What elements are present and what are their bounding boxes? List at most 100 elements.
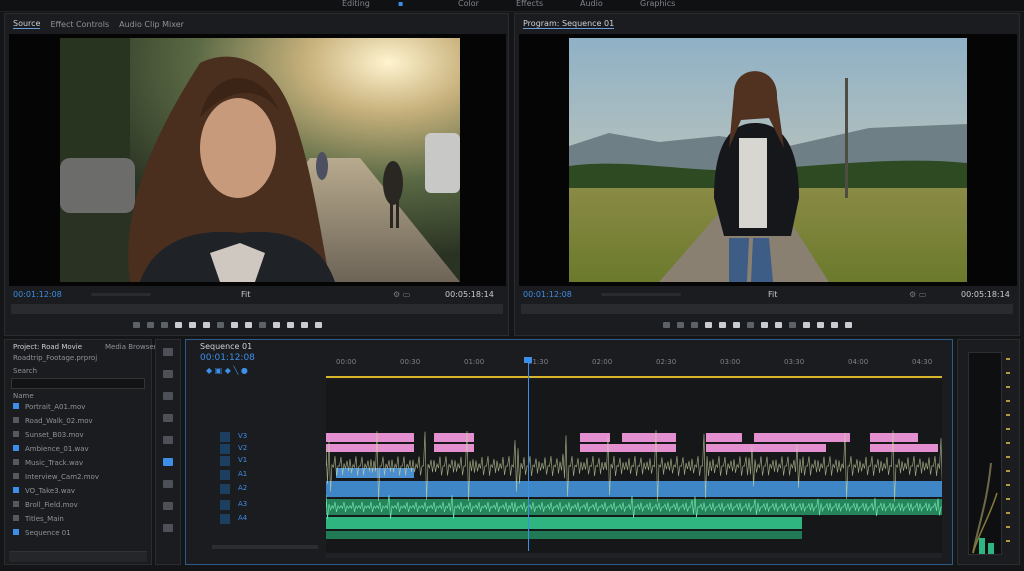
go-to-in-icon[interactable] <box>161 322 168 328</box>
loop-icon[interactable] <box>817 322 824 328</box>
list-item[interactable]: VO_Take3.wav <box>13 487 75 495</box>
export-frame-icon[interactable] <box>259 322 266 328</box>
ruler-tick-label: 02:30 <box>656 358 677 366</box>
button-editor-icon[interactable] <box>273 322 280 328</box>
workspace-icon[interactable]: ▪ <box>398 0 403 8</box>
program-viewer[interactable] <box>519 34 1017 286</box>
selection-tool-icon[interactable] <box>163 348 173 356</box>
list-item[interactable]: Ambience_01.wav <box>13 445 89 453</box>
safe-margins-icon[interactable] <box>301 322 308 328</box>
program-scale-dropdown[interactable]: Fit <box>768 290 777 299</box>
track-target-icon[interactable] <box>220 514 230 524</box>
source-settings-icon[interactable]: ⚙ ▭ <box>393 290 410 299</box>
export-frame-icon[interactable] <box>789 322 796 328</box>
step-forward-icon[interactable] <box>203 322 210 328</box>
source-timecode[interactable]: 00:01:12:08 <box>13 290 62 299</box>
overwrite-icon[interactable] <box>245 322 252 328</box>
mark-out-icon[interactable] <box>147 322 154 328</box>
tab-audio-clip-mixer[interactable]: Audio Clip Mixer <box>119 20 184 29</box>
go-to-in-icon[interactable] <box>691 322 698 328</box>
track-target-icon[interactable] <box>220 500 230 510</box>
zoom-tool-icon[interactable] <box>163 524 173 532</box>
step-back-icon[interactable] <box>705 322 712 328</box>
program-settings-icon[interactable]: ⚙ ▭ <box>909 290 926 299</box>
comparison-view-icon[interactable] <box>803 322 810 328</box>
timeline-ruler[interactable]: 00:00 00:30 01:00 01:30 02:00 02:30 03:00 03:30… <box>326 356 946 376</box>
track-target-icon[interactable] <box>220 432 230 442</box>
track-target-icon[interactable] <box>220 470 230 480</box>
go-to-out-icon[interactable] <box>217 322 224 328</box>
timeline-tool-icons[interactable]: ◆ ▣ ◆ ╲ ● <box>206 366 248 375</box>
insert-icon[interactable] <box>231 322 238 328</box>
source-viewer[interactable] <box>9 34 506 286</box>
track-header[interactable]: A2 <box>210 484 320 495</box>
track-target-icon[interactable] <box>220 484 230 494</box>
program-time-ruler[interactable] <box>521 304 1013 314</box>
timeline-timecode[interactable]: 00:01:12:08 <box>200 353 255 363</box>
list-item[interactable]: Music_Track.wav <box>13 459 83 467</box>
hand-tool-icon[interactable] <box>163 480 173 488</box>
ruler-tick-label: 01:00 <box>464 358 485 366</box>
timeline-sequence-tab[interactable]: Sequence 01 <box>200 342 252 351</box>
track-target-icon[interactable] <box>220 444 230 454</box>
track-target-icon[interactable] <box>220 456 230 466</box>
workspace-tab-audio[interactable]: Audio <box>580 0 603 8</box>
track-header[interactable]: V2 <box>210 444 320 455</box>
track-header[interactable]: V1 <box>210 456 320 467</box>
step-forward-icon[interactable] <box>733 322 740 328</box>
type-tool-icon[interactable] <box>163 502 173 510</box>
tab-source[interactable]: Source <box>13 19 41 29</box>
source-time-ruler[interactable] <box>11 304 503 314</box>
slip-tool-icon[interactable] <box>163 436 173 444</box>
step-back-icon[interactable] <box>175 322 182 328</box>
playhead[interactable] <box>528 358 529 551</box>
mark-out-icon[interactable] <box>677 322 684 328</box>
play-icon[interactable] <box>189 322 196 328</box>
pen-tool-icon[interactable] <box>163 458 173 466</box>
tab-effect-controls[interactable]: Effect Controls <box>50 20 109 29</box>
lift-icon[interactable] <box>761 322 768 328</box>
playhead-handle[interactable] <box>524 357 532 363</box>
more-icon[interactable] <box>315 322 322 328</box>
go-to-out-icon[interactable] <box>747 322 754 328</box>
project-title[interactable]: Project: Road Movie <box>13 343 82 351</box>
list-item[interactable]: Portrait_A01.mov <box>13 403 85 411</box>
project-search-input[interactable] <box>11 378 145 389</box>
track-scrollbar[interactable] <box>212 545 318 549</box>
safe-margins-icon[interactable] <box>831 322 838 328</box>
more-icon[interactable] <box>845 322 852 328</box>
list-item-label: Interview_Cam2.mov <box>25 473 99 481</box>
source-zoom-slider[interactable] <box>91 293 151 296</box>
timeline-tracks[interactable] <box>326 380 942 558</box>
track-header[interactable]: A4 <box>210 514 320 525</box>
work-area-bar[interactable] <box>326 376 942 378</box>
list-item[interactable]: Sunset_B03.mov <box>13 431 84 439</box>
track-select-tool-icon[interactable] <box>163 370 173 378</box>
timeline-scrollbar[interactable] <box>326 553 942 558</box>
workspace-tab-effects[interactable]: Effects <box>516 0 543 8</box>
list-item[interactable]: Titles_Main <box>13 515 64 523</box>
ripple-tool-icon[interactable] <box>163 392 173 400</box>
extract-icon[interactable] <box>775 322 782 328</box>
program-zoom-slider[interactable] <box>601 293 681 296</box>
loop-icon[interactable] <box>287 322 294 328</box>
list-item[interactable]: Broll_Field.mov <box>13 501 78 509</box>
project-column-name[interactable]: Name <box>13 392 34 400</box>
workspace-tab-editing[interactable]: Editing <box>342 0 370 8</box>
razor-tool-icon[interactable] <box>163 414 173 422</box>
program-title[interactable]: Program: Sequence 01 <box>523 19 615 29</box>
workspace-tab-graphics[interactable]: Graphics <box>640 0 675 8</box>
list-item[interactable]: Interview_Cam2.mov <box>13 473 99 481</box>
program-timecode[interactable]: 00:01:12:08 <box>523 290 572 299</box>
mark-in-icon[interactable] <box>133 322 140 328</box>
play-icon[interactable] <box>719 322 726 328</box>
media-browser-tab[interactable]: Media Browser <box>105 343 157 351</box>
workspace-tab-color[interactable]: Color <box>458 0 479 8</box>
track-header[interactable]: V3 <box>210 432 320 443</box>
list-item[interactable]: Sequence 01 <box>13 529 71 537</box>
track-header[interactable]: A1 <box>210 470 320 481</box>
mark-in-icon[interactable] <box>663 322 670 328</box>
track-header[interactable]: A3 <box>210 500 320 511</box>
source-scale-dropdown[interactable]: Fit <box>241 290 250 299</box>
list-item[interactable]: Road_Walk_02.mov <box>13 417 93 425</box>
